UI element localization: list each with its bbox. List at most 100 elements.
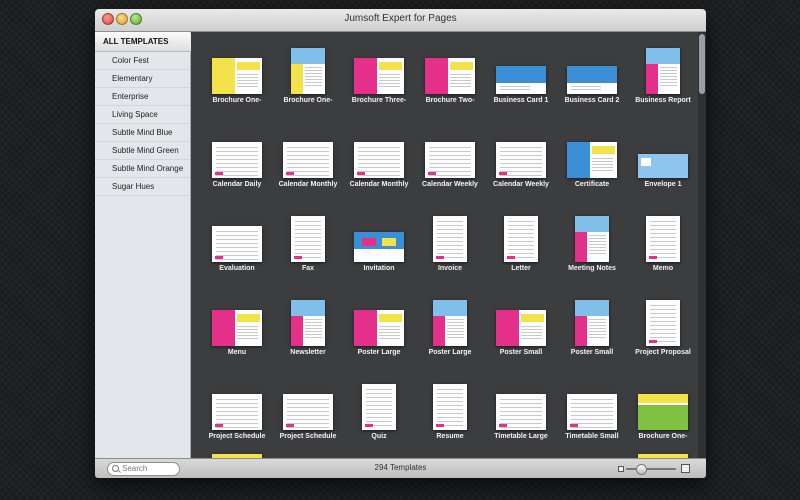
template-item[interactable]: Brochure Two- bbox=[415, 42, 485, 112]
template-thumbnail[interactable] bbox=[496, 394, 546, 430]
template-thumbnail[interactable] bbox=[362, 384, 396, 430]
template-label: Invitation bbox=[363, 265, 395, 272]
template-thumbnail[interactable] bbox=[283, 142, 333, 178]
template-item[interactable]: Fax bbox=[273, 210, 343, 280]
template-grid: Brochure One- Brochure One- Brochure Three… bbox=[191, 32, 698, 458]
template-thumbnail[interactable] bbox=[646, 48, 680, 94]
small-thumbnail-icon[interactable] bbox=[618, 466, 624, 472]
template-item[interactable]: Newsletter bbox=[273, 294, 343, 364]
sidebar-item[interactable]: Subtle Mind Blue bbox=[95, 124, 190, 142]
template-thumbnail[interactable] bbox=[638, 154, 688, 178]
title-bar[interactable]: Jumsoft Expert for Pages bbox=[95, 9, 706, 32]
template-thumbnail[interactable] bbox=[433, 384, 467, 430]
template-item[interactable]: Memo bbox=[628, 210, 698, 280]
template-thumbnail[interactable] bbox=[212, 310, 262, 346]
template-thumbnail[interactable] bbox=[646, 216, 680, 262]
template-item[interactable]: Project Schedule bbox=[273, 378, 343, 448]
sidebar-item[interactable]: Enterprise bbox=[95, 88, 190, 106]
template-label: Letter bbox=[511, 265, 531, 272]
sidebar-item-label: Subtle Mind Orange bbox=[112, 164, 184, 173]
template-item[interactable]: Invoice bbox=[415, 210, 485, 280]
template-item[interactable]: Poster Small bbox=[486, 294, 556, 364]
template-label: Poster Small bbox=[499, 349, 543, 356]
template-item[interactable]: Calendar Weekly bbox=[486, 126, 556, 196]
template-label: Evaluation bbox=[219, 265, 255, 272]
template-thumbnail[interactable] bbox=[291, 300, 325, 346]
template-label: Timetable Large bbox=[494, 433, 548, 440]
template-item[interactable]: Quiz bbox=[344, 378, 414, 448]
template-thumbnail[interactable] bbox=[567, 66, 617, 94]
template-item[interactable]: Poster Large bbox=[344, 294, 414, 364]
template-thumbnail[interactable] bbox=[646, 300, 680, 346]
template-thumbnail[interactable] bbox=[575, 300, 609, 346]
sidebar-item[interactable]: ALL TEMPLATES bbox=[95, 32, 197, 52]
template-thumbnail[interactable] bbox=[354, 142, 404, 178]
template-thumbnail[interactable] bbox=[567, 142, 617, 178]
template-thumbnail[interactable] bbox=[212, 58, 262, 94]
template-item[interactable]: Brochure One- bbox=[202, 42, 272, 112]
template-label: Calendar Weekly bbox=[493, 181, 549, 188]
large-thumbnail-icon[interactable] bbox=[681, 464, 690, 473]
sidebar-item-label: Subtle Mind Green bbox=[112, 146, 179, 155]
template-thumbnail[interactable] bbox=[504, 216, 538, 262]
sidebar-item[interactable]: Subtle Mind Green bbox=[95, 142, 190, 160]
template-thumbnail[interactable] bbox=[283, 394, 333, 430]
sidebar-item[interactable]: Color Fest bbox=[95, 52, 190, 70]
sidebar-item-label: Subtle Mind Blue bbox=[112, 128, 173, 137]
template-item[interactable]: Evaluation bbox=[202, 210, 272, 280]
sidebar-item[interactable]: Living Space bbox=[95, 106, 190, 124]
template-label: Calendar Monthly bbox=[278, 181, 338, 188]
template-count: 294 Templates bbox=[374, 463, 427, 472]
sidebar-item-label: Enterprise bbox=[112, 92, 149, 101]
template-thumbnail[interactable] bbox=[354, 310, 404, 346]
template-item[interactable]: Timetable Small bbox=[557, 378, 627, 448]
slider-knob[interactable] bbox=[636, 464, 647, 475]
template-item[interactable]: Business Card 1 bbox=[486, 42, 556, 112]
template-item[interactable]: Project Proposal bbox=[628, 294, 698, 364]
sidebar-item[interactable]: Elementary bbox=[95, 70, 190, 88]
template-item[interactable]: Brochure Three- bbox=[344, 42, 414, 112]
template-item[interactable]: Resume bbox=[415, 378, 485, 448]
template-item[interactable]: Brochure One- bbox=[628, 378, 698, 448]
template-item[interactable]: Meeting Notes bbox=[557, 210, 627, 280]
template-item[interactable]: Project Schedule bbox=[202, 378, 272, 448]
template-thumbnail[interactable] bbox=[212, 226, 262, 262]
template-item[interactable]: Timetable Large bbox=[486, 378, 556, 448]
template-item[interactable]: Poster Small bbox=[557, 294, 627, 364]
template-item[interactable]: Calendar Daily bbox=[202, 126, 272, 196]
template-thumbnail[interactable] bbox=[575, 216, 609, 262]
template-thumbnail[interactable] bbox=[354, 232, 404, 262]
template-thumbnail[interactable] bbox=[354, 58, 404, 94]
template-item[interactable]: Poster Large bbox=[415, 294, 485, 364]
template-item[interactable]: Business Card 2 bbox=[557, 42, 627, 112]
template-thumbnail[interactable] bbox=[496, 66, 546, 94]
template-thumbnail[interactable] bbox=[425, 142, 475, 178]
vertical-scrollbar[interactable] bbox=[698, 32, 706, 458]
template-thumbnail[interactable] bbox=[638, 394, 688, 430]
template-thumbnail[interactable] bbox=[433, 216, 467, 262]
template-item[interactable]: Calendar Monthly bbox=[344, 126, 414, 196]
template-thumbnail[interactable] bbox=[567, 394, 617, 430]
template-thumbnail[interactable] bbox=[496, 142, 546, 178]
template-item[interactable]: Envelope 1 bbox=[628, 126, 698, 196]
template-thumbnail[interactable] bbox=[496, 310, 546, 346]
template-item[interactable]: Calendar Monthly bbox=[273, 126, 343, 196]
scrollbar-thumb[interactable] bbox=[699, 34, 705, 94]
sidebar-item[interactable]: Subtle Mind Orange bbox=[95, 160, 190, 178]
sidebar-item[interactable]: Sugar Hues bbox=[95, 178, 190, 196]
template-item[interactable]: Invitation bbox=[344, 210, 414, 280]
thumbnail-size-slider[interactable] bbox=[626, 468, 676, 470]
template-item[interactable]: Menu bbox=[202, 294, 272, 364]
template-label: Business Report bbox=[635, 97, 691, 104]
template-item[interactable]: Brochure One- bbox=[273, 42, 343, 112]
template-item[interactable]: Business Report bbox=[628, 42, 698, 112]
template-item[interactable]: Certificate bbox=[557, 126, 627, 196]
template-item[interactable]: Calendar Weekly bbox=[415, 126, 485, 196]
template-thumbnail[interactable] bbox=[212, 142, 262, 178]
template-item[interactable]: Letter bbox=[486, 210, 556, 280]
template-thumbnail[interactable] bbox=[212, 394, 262, 430]
template-thumbnail[interactable] bbox=[425, 58, 475, 94]
template-thumbnail[interactable] bbox=[291, 48, 325, 94]
template-thumbnail[interactable] bbox=[291, 216, 325, 262]
template-thumbnail[interactable] bbox=[433, 300, 467, 346]
